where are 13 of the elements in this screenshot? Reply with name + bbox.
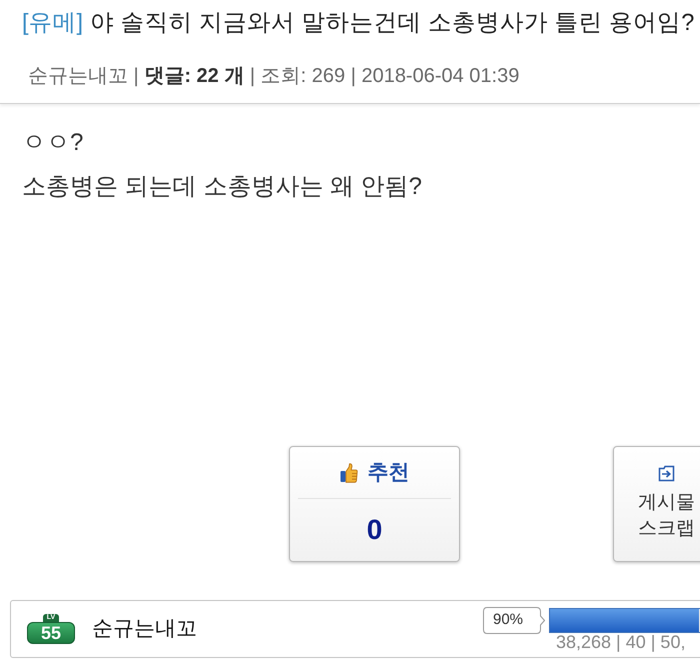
thumbs-up-icon [340,462,358,482]
body-text: 소총병은 되는데 소총병사는 왜 안됨? [22,172,424,202]
level-number: 55 [27,622,75,644]
body-text: ㅇㅇ? [22,128,84,158]
folder-arrow-icon [658,465,675,482]
progress-tooltip: 90% [483,607,545,634]
author-name: 순규는내꼬 [92,616,197,642]
post-title: 야 솔직히 지금와서 말하는건데 소총병사가 틀린 용어임? [90,8,694,37]
post-meta: 순규는내꼬 | 댓글: 22 개 | 조회: 269 | 2018-06-04 01:39 [27,64,520,88]
category-link[interactable]: [유메] [22,5,84,39]
scrap-button[interactable]: 게시물 스크랩 [613,446,700,562]
progress-stats: 38,268 | 40 | 50, [555,633,686,651]
recommend-button[interactable]: 추천 0 [289,446,460,562]
